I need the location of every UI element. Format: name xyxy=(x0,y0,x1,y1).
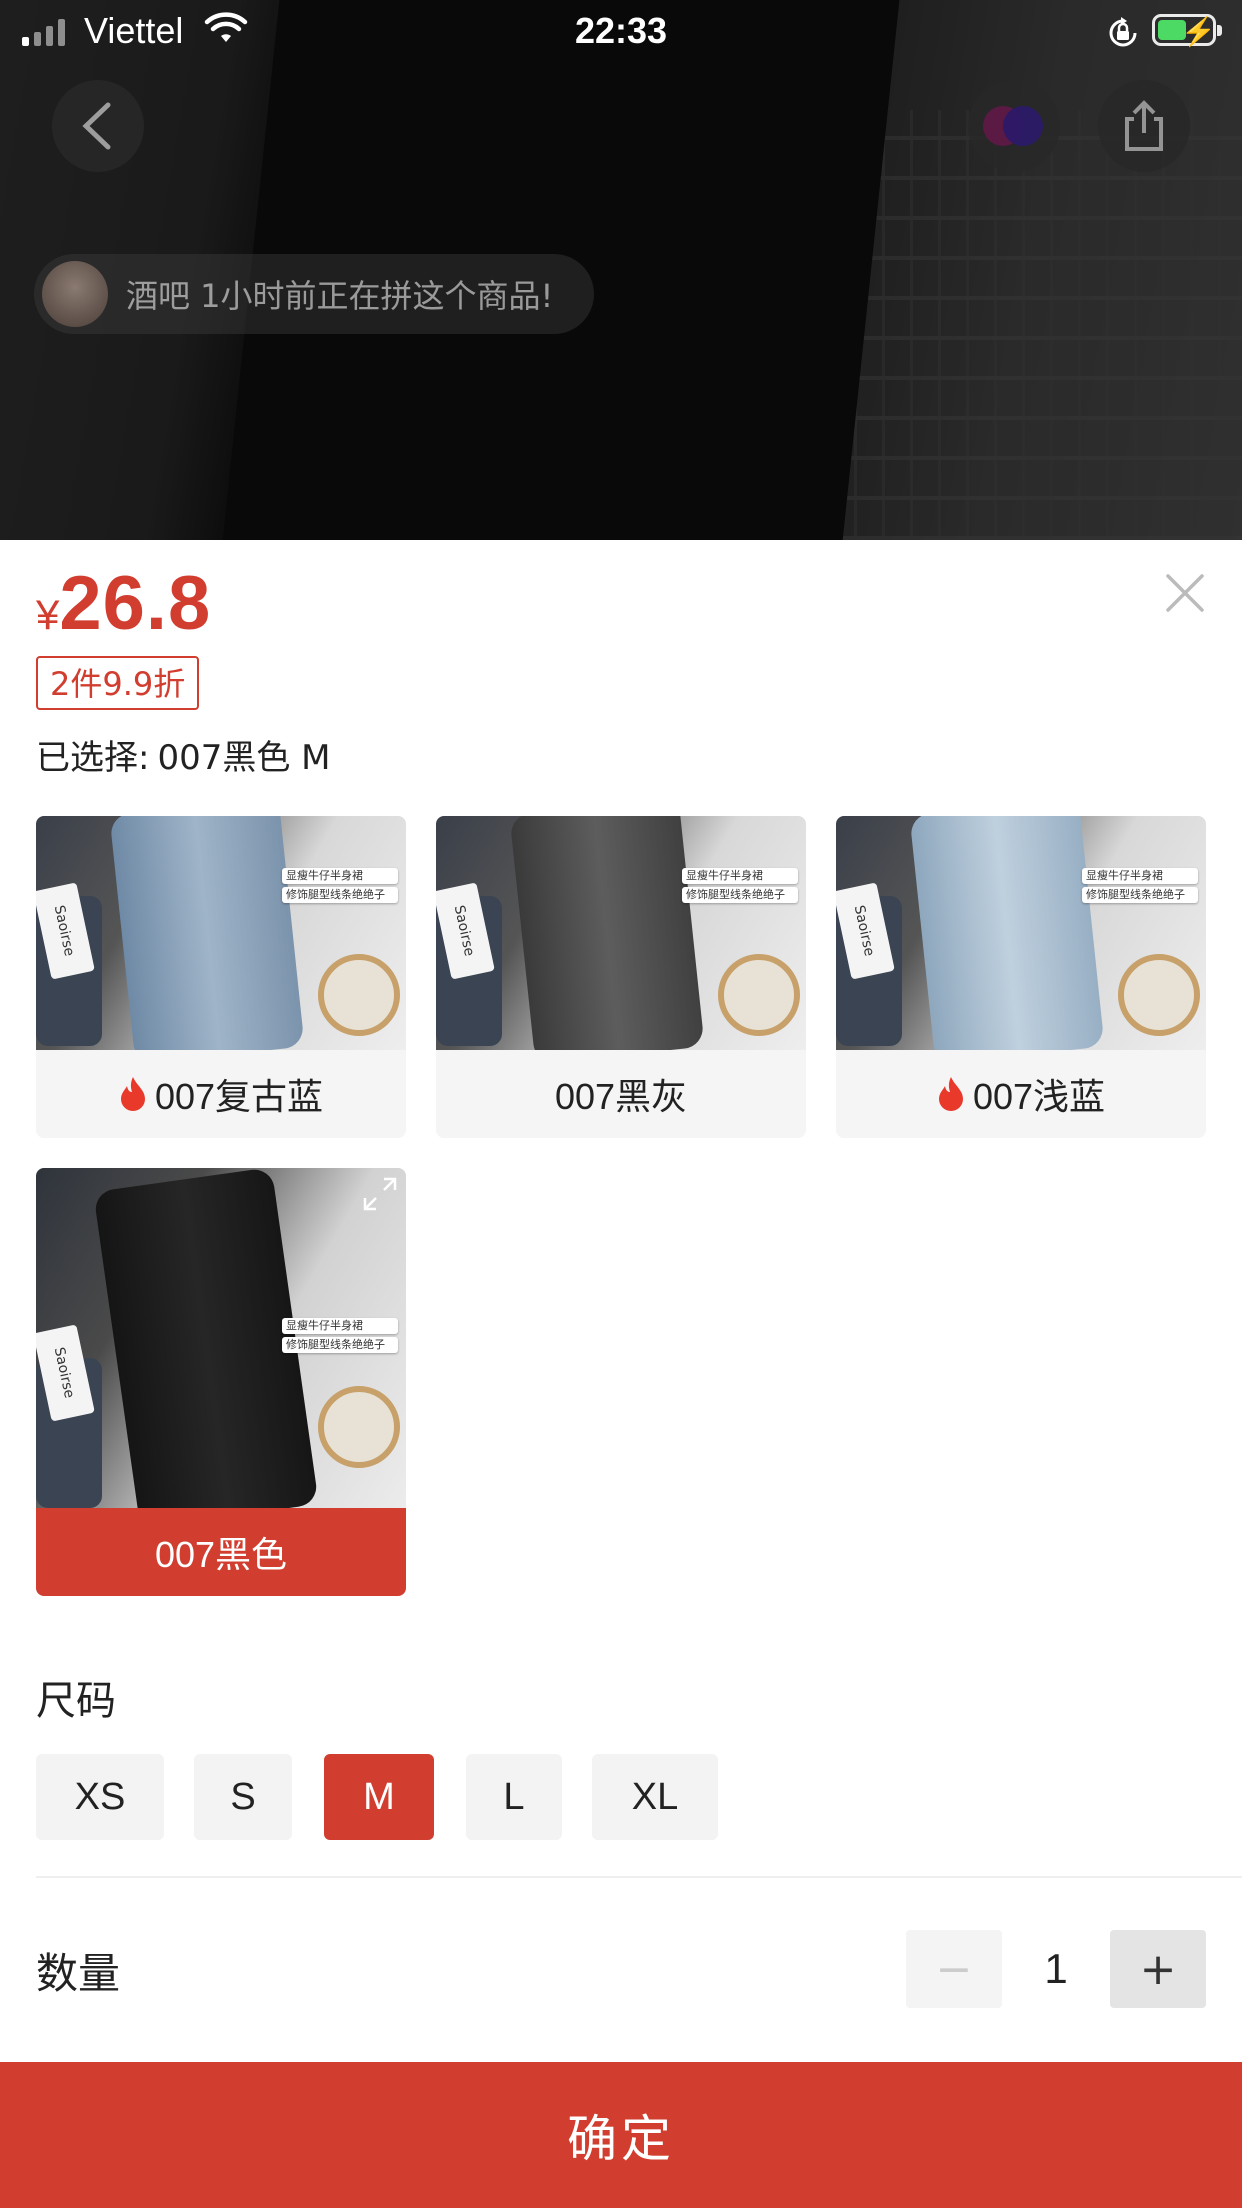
selected-summary: 已选择: 007黑色 M xyxy=(36,730,331,779)
size-option-s[interactable]: S xyxy=(194,1754,292,1840)
status-bar: Viettel 22:33 ⚡ xyxy=(0,0,1242,62)
hot-flame-icon xyxy=(938,1077,963,1111)
variant-label: 007黑灰 xyxy=(554,1076,688,1117)
ticker-text: 酒吧 1小时前正在拼这个商品! xyxy=(126,277,554,315)
variant-label: 007浅蓝 xyxy=(836,1050,1206,1138)
variant-card[interactable]: Saoirse 显瘦牛仔半身裙 修饰腿型线条绝绝子 007黑灰 xyxy=(436,816,806,1138)
share-button[interactable] xyxy=(1098,80,1190,172)
rotation-lock-icon xyxy=(1109,17,1137,47)
expand-icon[interactable] xyxy=(362,1176,398,1212)
purchase-ticker: 酒吧 1小时前正在拼这个商品! xyxy=(34,254,594,334)
variant-sticker: 显瘦牛仔半身裙 修饰腿型线条绝绝子 xyxy=(282,868,398,906)
decrease-button[interactable]: − xyxy=(906,1930,1002,2008)
promo-badge: 2件9.9折 xyxy=(36,656,200,710)
variant-image: Saoirse 显瘦牛仔半身裙 修饰腿型线条绝绝子 xyxy=(36,816,406,1050)
variant-card[interactable]: Saoirse 显瘦牛仔半身裙 修饰腿型线条绝绝子 007复古蓝 xyxy=(36,816,406,1138)
variant-card[interactable]: Saoirse 显瘦牛仔半身裙 修饰腿型线条绝绝子 007浅蓝 xyxy=(836,816,1206,1138)
quantity-stepper: − 1 + xyxy=(906,1930,1206,2008)
favorite-button[interactable] xyxy=(968,80,1060,172)
chevron-left-icon xyxy=(82,102,111,150)
variant-label: 007复古蓝 xyxy=(36,1050,406,1138)
battery-icon: ⚡ xyxy=(1152,14,1222,47)
clock: 22:33 xyxy=(574,10,668,51)
brand-logo-icon xyxy=(983,106,1043,146)
size-section-title: 尺码 xyxy=(36,1678,116,1724)
size-option-m[interactable]: M xyxy=(324,1754,434,1840)
quantity-value[interactable]: 1 xyxy=(1002,1930,1110,2008)
price: ¥26.8 xyxy=(36,560,211,647)
close-icon[interactable] xyxy=(1162,570,1208,616)
variant-image: Saoirse 显瘦牛仔半身裙 修饰腿型线条绝绝子 xyxy=(836,816,1206,1050)
variant-image: Saoirse 显瘦牛仔半身裙 修饰腿型线条绝绝子 xyxy=(436,816,806,1050)
variant-image: Saoirse 显瘦牛仔半身裙 修饰腿型线条绝绝子 xyxy=(36,1168,406,1508)
variant-sticker: 显瘦牛仔半身裙 修饰腿型线条绝绝子 xyxy=(1082,868,1198,906)
avatar xyxy=(42,261,108,327)
share-icon xyxy=(1125,100,1163,151)
variant-sticker: 显瘦牛仔半身裙 修饰腿型线条绝绝子 xyxy=(282,1318,398,1356)
size-option-xs[interactable]: XS xyxy=(36,1754,164,1840)
selected-value: 007黑色 M xyxy=(157,738,331,778)
size-option-l[interactable]: L xyxy=(466,1754,562,1840)
variant-label: 007黑色 xyxy=(36,1508,406,1596)
confirm-button[interactable]: 确定 xyxy=(0,2062,1242,2208)
quantity-title: 数量 xyxy=(36,1949,121,1998)
increase-button[interactable]: + xyxy=(1110,1930,1206,2008)
variant-sticker: 显瘦牛仔半身裙 修饰腿型线条绝绝子 xyxy=(682,868,798,906)
hot-flame-icon xyxy=(120,1077,145,1111)
product-image-backdrop: Viettel 22:33 ⚡ 酒吧 1小时前正在拼这个商品! xyxy=(0,0,1242,540)
divider xyxy=(36,1876,1242,1878)
price-value: 26.8 xyxy=(59,561,212,646)
selected-label: 已选择: xyxy=(36,738,150,778)
sku-selector-sheet: ¥26.8 2件9.9折 已选择: 007黑色 M Saoirse 显瘦牛仔半身裙… xyxy=(0,540,1242,2208)
variant-card-selected[interactable]: Saoirse 显瘦牛仔半身裙 修饰腿型线条绝绝子 007黑色 xyxy=(36,1168,406,1596)
price-currency: ¥ xyxy=(36,591,60,638)
size-option-xl[interactable]: XL xyxy=(592,1754,718,1840)
back-button[interactable] xyxy=(52,80,144,172)
